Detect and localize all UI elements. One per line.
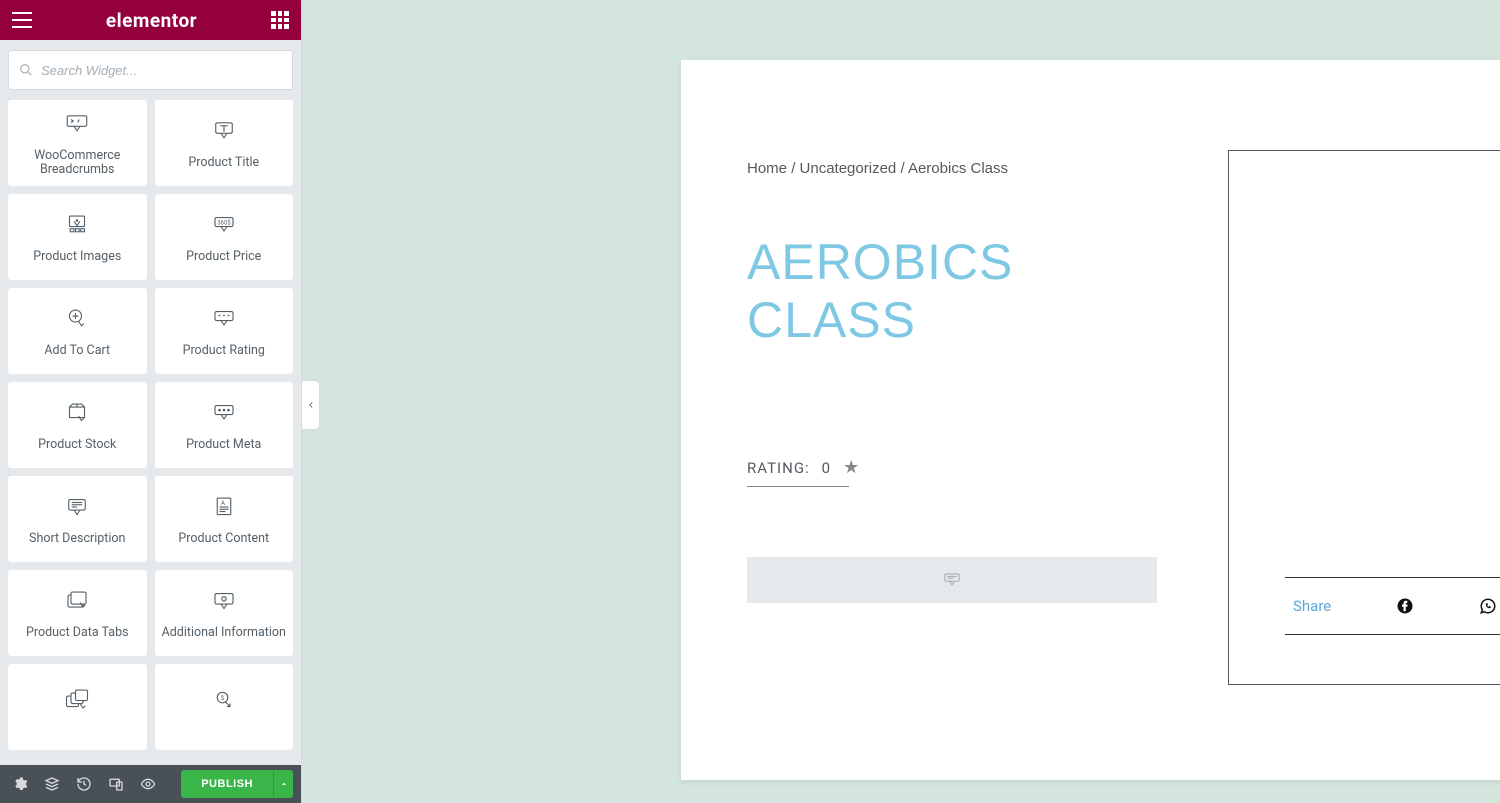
- svg-text:A: A: [221, 500, 225, 507]
- widgets-grid: WooCommerce Breadcrumbs Product Title Pr…: [0, 100, 301, 765]
- brand-logo: elementor: [106, 9, 197, 32]
- related-icon: [62, 687, 92, 717]
- datatabs-icon: [62, 586, 92, 616]
- widget-label: WooCommerce Breadcrumbs: [13, 149, 142, 177]
- search-wrap: [0, 40, 301, 100]
- elementor-panel: elementor WooCommerce Breadcrumbs Produc…: [0, 0, 302, 803]
- placeholder-icon: [940, 568, 964, 592]
- apps-icon[interactable]: [271, 11, 289, 29]
- facebook-icon[interactable]: [1396, 597, 1414, 615]
- shortdesc-icon: [62, 492, 92, 522]
- svg-text:$: $: [221, 695, 225, 702]
- rating-value: 0: [822, 459, 831, 477]
- widget-upsell[interactable]: $: [155, 664, 294, 750]
- preview-icon[interactable]: [132, 765, 164, 803]
- widget-product-rating[interactable]: Product Rating: [155, 288, 294, 374]
- widget-label: Product Data Tabs: [26, 626, 129, 640]
- empty-widget-placeholder[interactable]: [747, 557, 1157, 603]
- share-label: Share: [1293, 597, 1331, 615]
- history-icon[interactable]: [68, 765, 100, 803]
- whatsapp-icon[interactable]: [1479, 597, 1497, 615]
- panel-footer: Publish: [0, 765, 301, 803]
- addcart-icon: [62, 304, 92, 334]
- widget-product-price[interactable]: 360$ Product Price: [155, 194, 294, 280]
- navigator-icon[interactable]: [36, 765, 68, 803]
- search-box[interactable]: [8, 50, 293, 90]
- breadcrumb: Home / Uncategorized / Aerobics Class: [747, 160, 1163, 177]
- widget-label: Additional Information: [162, 626, 286, 640]
- upsell-icon: $: [209, 687, 239, 717]
- widget-product-content[interactable]: A Product Content: [155, 476, 294, 562]
- rating-icon: [209, 304, 239, 334]
- breadcrumb-home[interactable]: Home: [747, 160, 787, 177]
- widget-label: Product Meta: [186, 438, 261, 452]
- widget-label: Product Title: [188, 156, 259, 170]
- widget-label: Short Description: [29, 532, 125, 546]
- left-column: Home / Uncategorized / Aerobics Class AE…: [747, 160, 1163, 603]
- publish-options-caret[interactable]: [273, 770, 293, 798]
- menu-icon[interactable]: [12, 12, 32, 28]
- widget-woocommerce-breadcrumbs[interactable]: WooCommerce Breadcrumbs: [8, 100, 147, 186]
- widget-label: Product Images: [33, 250, 121, 264]
- widget-label: Product Stock: [38, 438, 116, 452]
- images-icon: [62, 210, 92, 240]
- stock-icon: [62, 398, 92, 428]
- widget-product-data-tabs[interactable]: Product Data Tabs: [8, 570, 147, 656]
- preview-canvas: Home / Uncategorized / Aerobics Class AE…: [302, 0, 1500, 803]
- addinfo-icon: i: [209, 586, 239, 616]
- share-row: Share: [1285, 577, 1500, 635]
- svg-text:360$: 360$: [217, 219, 231, 226]
- svg-text:i: i: [223, 596, 224, 602]
- widget-product-stock[interactable]: Product Stock: [8, 382, 147, 468]
- panel-collapse-tab[interactable]: [302, 380, 320, 430]
- publish-button[interactable]: Publish: [181, 770, 273, 798]
- content-icon: A: [209, 492, 239, 522]
- search-input[interactable]: [41, 63, 282, 78]
- widget-label: Add To Cart: [44, 344, 110, 358]
- widget-product-meta[interactable]: Product Meta: [155, 382, 294, 468]
- meta-icon: [209, 398, 239, 428]
- breadcrumb-current: Aerobics Class: [908, 160, 1008, 177]
- breadcrumb-category[interactable]: Uncategorized: [800, 160, 897, 177]
- widget-additional-information[interactable]: i Additional Information: [155, 570, 294, 656]
- panel-header: elementor: [0, 0, 301, 40]
- rating-row: RATING: 0 ★: [747, 457, 1163, 478]
- widget-label: Product Rating: [183, 344, 265, 358]
- title-icon: [209, 116, 239, 146]
- breadcrumbs-icon: [62, 109, 92, 139]
- widget-label: Product Price: [186, 250, 261, 264]
- widget-product-title[interactable]: Product Title: [155, 100, 294, 186]
- star-icon: ★: [843, 457, 860, 478]
- responsive-icon[interactable]: [100, 765, 132, 803]
- widget-label: Product Content: [178, 532, 269, 546]
- rating-label: RATING:: [747, 459, 810, 477]
- widget-short-description[interactable]: Short Description: [8, 476, 147, 562]
- widget-add-to-cart[interactable]: Add To Cart: [8, 288, 147, 374]
- page-card: Home / Uncategorized / Aerobics Class AE…: [681, 60, 1500, 780]
- widget-product-images[interactable]: Product Images: [8, 194, 147, 280]
- product-title: AEROBICS CLASS: [747, 233, 1163, 349]
- settings-icon[interactable]: [4, 765, 36, 803]
- search-icon: [19, 63, 33, 77]
- product-image-card: Share: [1228, 150, 1500, 685]
- price-icon: 360$: [209, 210, 239, 240]
- rating-underline: [747, 486, 849, 487]
- widget-related-products[interactable]: [8, 664, 147, 750]
